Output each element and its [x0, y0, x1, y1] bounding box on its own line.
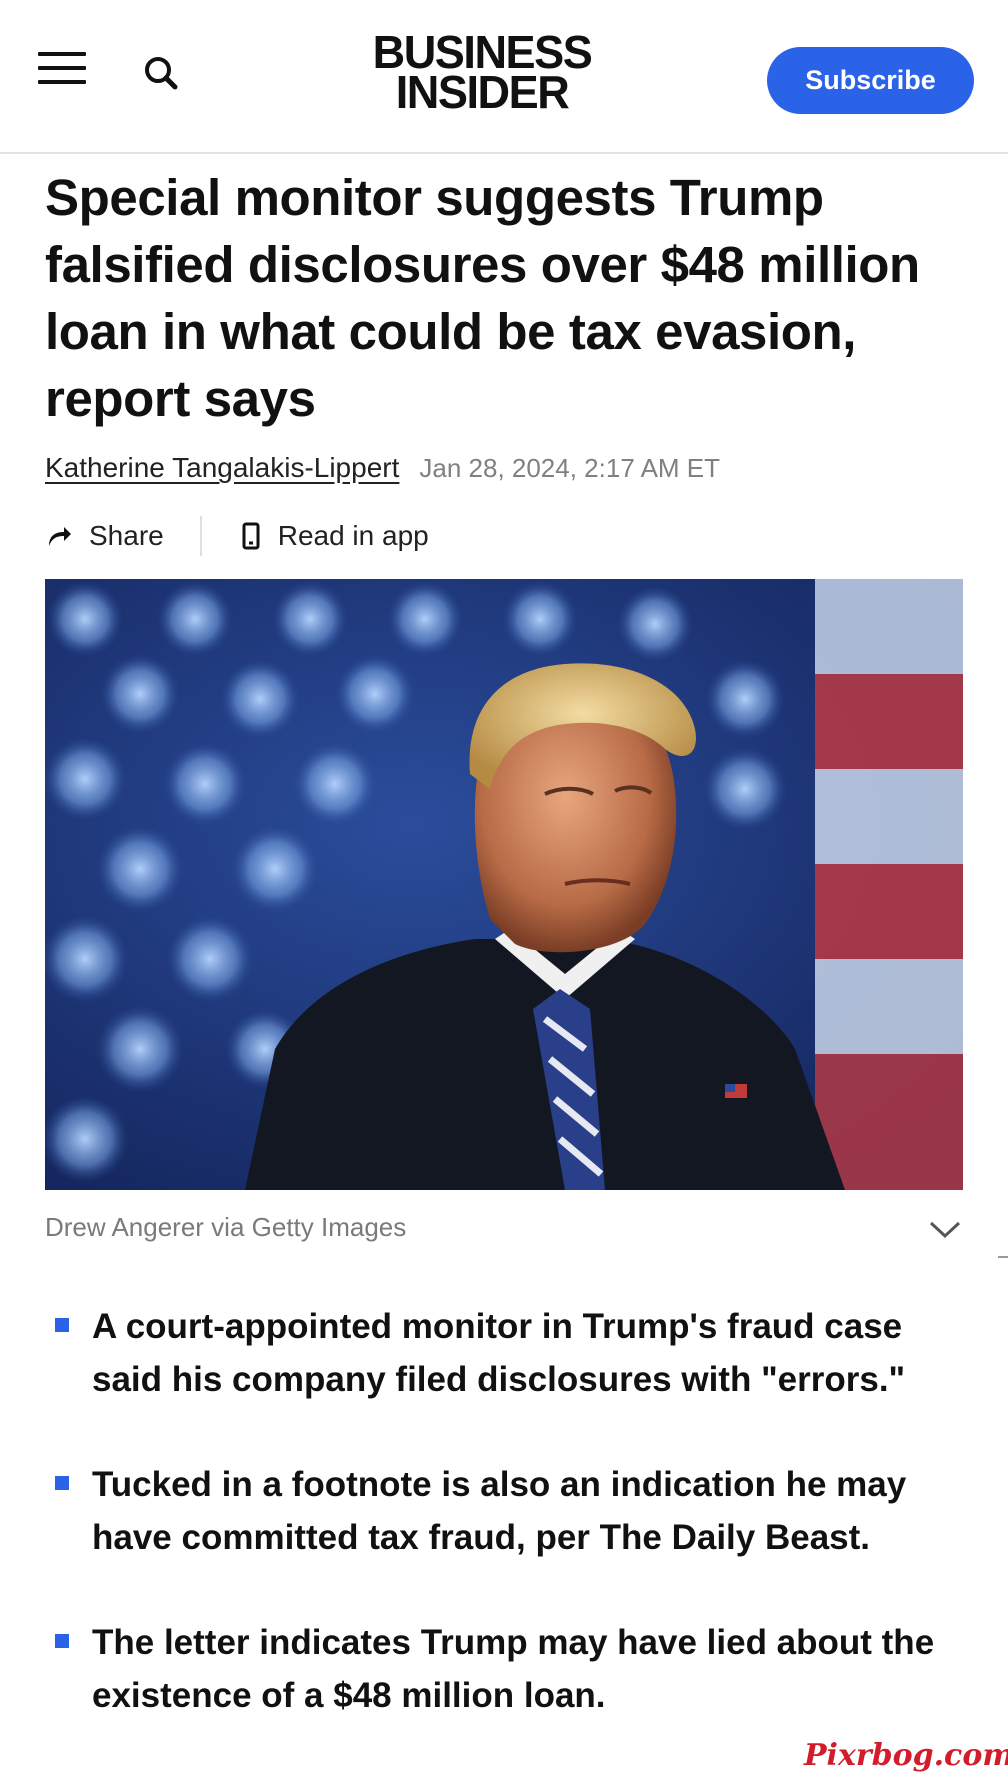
- flag-stripes: [815, 579, 963, 1190]
- image-caption: Drew Angerer via Getty Images: [45, 1212, 407, 1242]
- site-header: BUSINESS INSIDER Subscribe: [0, 0, 1008, 154]
- share-arrow-icon: [49, 527, 71, 546]
- chevron-down-icon[interactable]: [927, 1214, 963, 1244]
- edge-divider: [998, 1256, 1008, 1258]
- author-link[interactable]: Katherine Tangalakis-Lippert: [45, 452, 399, 484]
- site-logo[interactable]: BUSINESS INSIDER: [355, 29, 610, 118]
- read-in-app-label: Read in app: [277, 520, 429, 551]
- share-button[interactable]: Share: [45, 520, 164, 552]
- byline: Katherine Tangalakis-Lippert Jan 28, 202…: [45, 452, 720, 492]
- publish-date: Jan 28, 2024, 2:17 AM ET: [419, 453, 721, 483]
- bullet-square-icon: [55, 1318, 69, 1332]
- search-icon[interactable]: [138, 50, 186, 98]
- key-point: Tucked in a footnote is also an indicati…: [52, 1458, 972, 1564]
- key-points-list: A court-appointed monitor in Trump's fra…: [52, 1300, 972, 1774]
- article-actions: Share Read in app: [45, 514, 429, 558]
- bullet-square-icon: [55, 1634, 69, 1648]
- key-point: The letter indicates Trump may have lied…: [52, 1616, 972, 1722]
- bullet-square-icon: [55, 1476, 69, 1490]
- key-point-text: Tucked in a footnote is also an indicati…: [92, 1465, 907, 1557]
- hero-image: [45, 579, 963, 1190]
- read-in-app-button[interactable]: Read in app: [240, 520, 429, 552]
- subscribe-button[interactable]: Subscribe: [767, 47, 974, 114]
- action-divider: [199, 516, 202, 556]
- image-caption-row: Drew Angerer via Getty Images: [45, 1212, 963, 1252]
- key-point: A court-appointed monitor in Trump's fra…: [52, 1300, 972, 1406]
- article-headline: Special monitor suggests Trump falsified…: [45, 169, 920, 427]
- hamburger-menu-icon[interactable]: [34, 48, 90, 88]
- logo-line-2: INSIDER: [395, 66, 570, 118]
- key-point-text: The letter indicates Trump may have lied…: [92, 1623, 935, 1715]
- share-label: Share: [89, 520, 164, 551]
- key-point-text: A court-appointed monitor in Trump's fra…: [92, 1307, 906, 1399]
- watermark: Pixrbog.com: [804, 1738, 1008, 1773]
- phone-icon: [242, 522, 260, 550]
